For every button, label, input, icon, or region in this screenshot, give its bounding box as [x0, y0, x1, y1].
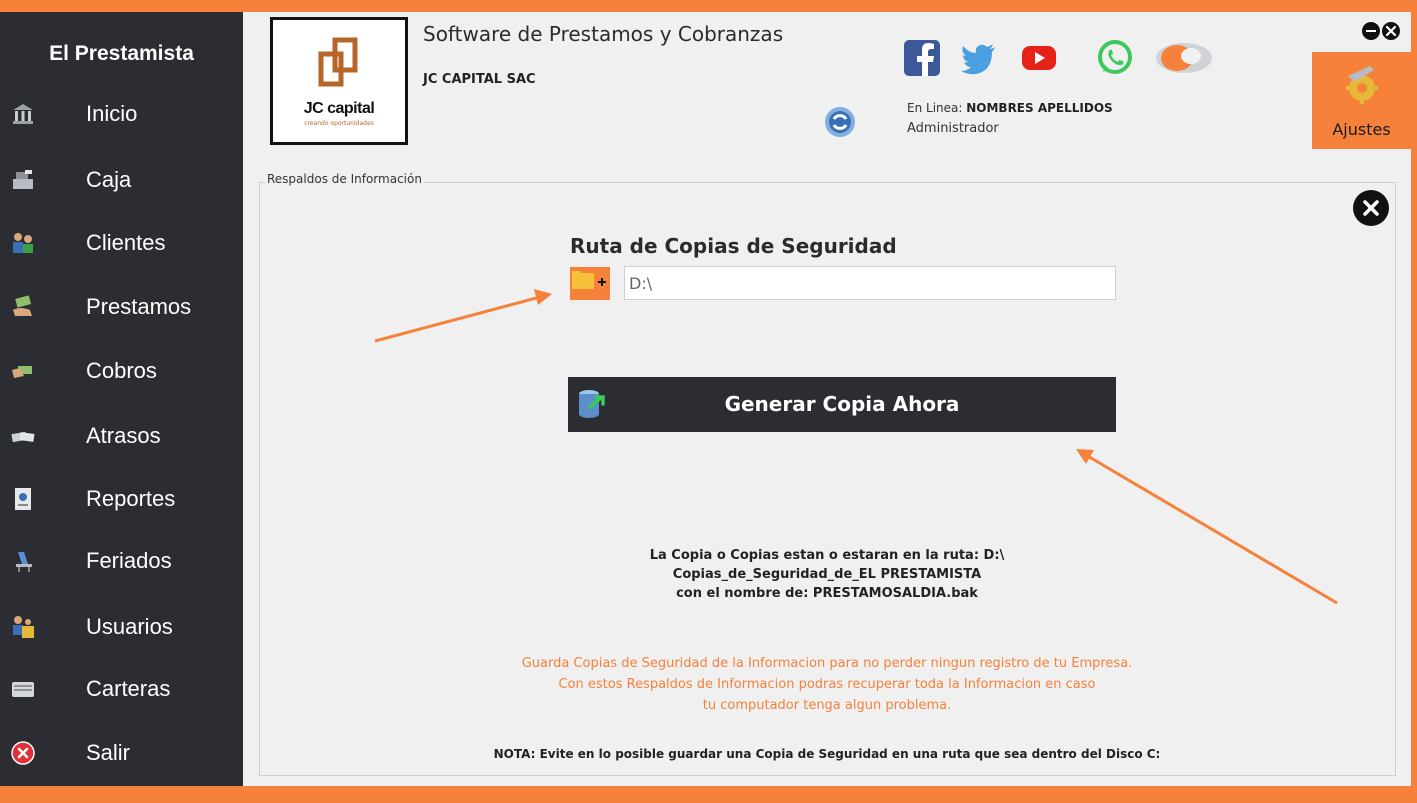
window-close-button[interactable]: [1382, 22, 1400, 40]
exit-icon: [11, 741, 35, 765]
sidebar-item-label: Salir: [86, 740, 131, 765]
company-logo: JC capital creando oportunidades: [270, 17, 408, 145]
online-user: NOMBRES APELLIDOS: [966, 101, 1113, 115]
window-frame-bottom: [0, 786, 1417, 803]
sidebar-item-usuarios[interactable]: Usuarios: [0, 600, 243, 654]
sidebar-item-prestamos[interactable]: Prestamos: [0, 280, 243, 334]
sidebar-item-label: Clientes: [86, 230, 166, 255]
gear-icon: [1346, 66, 1378, 104]
backup-advice-line: tu computador tenga algun problema.: [702, 698, 952, 713]
sidebar-item-label: Caja: [86, 167, 132, 192]
sidebar-item-label: Cobros: [86, 358, 157, 383]
close-icon: [1363, 200, 1379, 216]
wallet-icon: [12, 682, 34, 697]
sidebar-item-inicio[interactable]: Inicio: [0, 87, 243, 141]
payment-hand-icon: [12, 366, 32, 378]
settings-label: Ajustes: [1332, 120, 1391, 139]
money-bills-icon: [11, 431, 35, 443]
backup-advice-line: Con estos Respaldos de Informacion podra…: [558, 677, 1096, 692]
close-panel-button[interactable]: [1353, 190, 1389, 226]
generate-backup-label: Generar Copia Ahora: [724, 392, 960, 416]
window-frame-top: [0, 0, 1417, 12]
sidebar-item-carteras[interactable]: Carteras: [0, 662, 243, 716]
backup-info: La Copia o Copias estan o estaran en la …: [243, 546, 1411, 603]
sidebar-item-atrasos[interactable]: Atrasos: [0, 409, 243, 463]
backup-group-legend: Respaldos de Información: [265, 172, 424, 186]
loan-hand-icon: [13, 295, 32, 316]
sidebar-item-label: Usuarios: [86, 614, 173, 639]
close-icon: [1385, 25, 1397, 37]
sidebar-item-label: Prestamos: [86, 294, 192, 319]
sidebar-item-label: Carteras: [86, 676, 171, 701]
whatsapp-icon[interactable]: [1095, 38, 1135, 78]
cash-register-icon: [13, 170, 33, 189]
bank-icon: [13, 104, 33, 124]
route-title: Ruta de Copias de Seguridad: [570, 234, 897, 258]
folder-add-icon: [570, 267, 610, 300]
sidebar-item-label: Inicio: [86, 101, 138, 126]
backup-advice: Guarda Copias de Seguridad de la Informa…: [243, 653, 1411, 716]
clients-icon: [13, 233, 33, 253]
software-title: Software de Prestamos y Cobranzas: [423, 22, 784, 46]
logo-subtext: creando oportunidades: [304, 120, 374, 127]
minimize-icon: [1366, 30, 1376, 32]
select-folder-button[interactable]: [570, 267, 610, 300]
generate-backup-button[interactable]: Generar Copia Ahora: [568, 377, 1116, 432]
youtube-icon[interactable]: [1019, 38, 1059, 78]
sidebar-item-label: Atrasos: [86, 423, 161, 448]
minimize-button[interactable]: [1362, 22, 1380, 40]
sidebar-item-salir[interactable]: Salir: [0, 726, 243, 780]
logo-mark-icon: [318, 37, 358, 87]
sidebar-item-label: Feriados: [86, 548, 172, 573]
facebook-icon[interactable]: [902, 38, 942, 78]
sidebar: El Prestamista Inicio Caja Clientes Pres…: [0, 12, 243, 786]
online-status: En Linea: NOMBRES APELLIDOS: [907, 101, 1113, 115]
backup-info-line: La Copia o Copias estan o estaran en la …: [649, 548, 1005, 563]
backup-info-line: con el nombre de: PRESTAMOSALDIA.bak: [676, 586, 978, 601]
backup-note: NOTA: Evite en lo posible guardar una Co…: [493, 747, 1161, 761]
sidebar-item-feriados[interactable]: Feriados: [0, 534, 243, 588]
sidebar-item-clientes[interactable]: Clientes: [0, 216, 243, 270]
logo-text: JC capital: [303, 100, 375, 117]
sidebar-item-caja[interactable]: Caja: [0, 153, 243, 207]
backup-advice-line: Guarda Copias de Seguridad de la Informa…: [521, 656, 1133, 671]
holiday-chair-icon: [16, 552, 32, 572]
report-icon: [15, 488, 31, 510]
backup-info-line: Copias_de_Seguridad_de_EL PRESTAMISTA: [672, 567, 982, 582]
company-name: JC CAPITAL SAC: [423, 72, 536, 87]
users-icon: [13, 616, 34, 638]
refresh-icon[interactable]: [823, 105, 857, 139]
online-prefix: En Linea:: [907, 101, 967, 115]
sidebar-item-label: Reportes: [86, 486, 176, 511]
twitter-icon[interactable]: [959, 38, 999, 78]
window-frame-right: [1411, 12, 1417, 786]
app-title: El Prestamista: [49, 42, 194, 65]
sidebar-item-reportes[interactable]: Reportes: [0, 472, 243, 526]
mouse-icon[interactable]: [1153, 38, 1215, 78]
user-role: Administrador: [907, 121, 999, 136]
sidebar-item-cobros[interactable]: Cobros: [0, 344, 243, 398]
settings-button[interactable]: Ajustes: [1312, 52, 1411, 149]
backup-path-input[interactable]: [624, 266, 1116, 300]
